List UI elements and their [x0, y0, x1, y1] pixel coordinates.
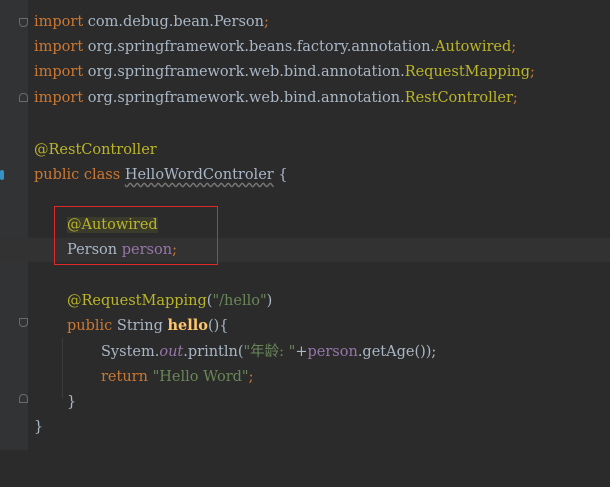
method-name: hello — [167, 317, 208, 334]
semicolon: ; — [263, 14, 269, 30]
code-line-close-class[interactable]: } — [0, 415, 610, 439]
annotation: @RestController — [34, 142, 157, 158]
class-name: RequestMapping — [404, 64, 530, 80]
code-line-method-declaration[interactable]: public String hello(){ — [0, 314, 610, 338]
open-brace: { — [273, 167, 288, 183]
code-editor[interactable]: import com.debug.bean.Person; import org… — [0, 0, 610, 450]
keyword: import — [34, 64, 84, 80]
close-brace: } — [34, 419, 44, 435]
package-path: com.debug.bean. — [87, 14, 214, 30]
keyword: return — [101, 369, 148, 385]
code-line-class-annotation[interactable]: @RestController — [0, 138, 610, 162]
operator: + — [295, 344, 308, 360]
class-name: HelloWordControler — [124, 167, 274, 183]
class-name: Autowired — [435, 39, 512, 55]
package-path: org.springframework.web.bind.annotation. — [87, 64, 405, 80]
code-line-close-method[interactable]: } — [0, 390, 610, 414]
keyword: public — [67, 318, 113, 334]
string-literal: "/hello" — [212, 293, 267, 309]
return-type: String — [112, 318, 168, 334]
code-line-method-annotation[interactable]: @RequestMapping("/hello") — [0, 289, 610, 313]
package-path: org.springframework.beans.factory.annota… — [87, 39, 436, 55]
method-call: .getAge()); — [357, 344, 437, 360]
close-brace: } — [67, 394, 77, 410]
code-line-println[interactable]: System.out.println("年龄: "+person.getAge(… — [0, 340, 610, 364]
code-line-return[interactable]: return "Hello Word"; — [0, 365, 610, 389]
keyword: import — [34, 90, 84, 106]
class-name: Person — [213, 14, 264, 30]
receiver: System. — [101, 344, 160, 360]
semicolon: ; — [512, 90, 518, 106]
method-call: .println( — [183, 344, 244, 360]
keyword: import — [34, 14, 84, 30]
code-line-import-3[interactable]: import org.springframework.web.bind.anno… — [0, 60, 610, 84]
semicolon: ; — [511, 39, 517, 55]
keyword: import — [34, 39, 84, 55]
code-line-import-2[interactable]: import org.springframework.beans.factory… — [0, 35, 610, 59]
annotation-highlight-box — [54, 206, 218, 265]
code-line-import-1[interactable]: import com.debug.bean.Person; — [0, 10, 610, 34]
static-field: out — [159, 344, 184, 360]
package-path: org.springframework.web.bind.annotation. — [87, 90, 405, 106]
field-name: person — [307, 344, 358, 360]
class-name: RestController — [404, 90, 513, 106]
keyword: public class — [34, 167, 121, 183]
code-line-class-declaration[interactable]: public class HelloWordControler { — [0, 163, 610, 187]
string-literal: "年龄: " — [243, 344, 296, 360]
code-line-import-4[interactable]: import org.springframework.web.bind.anno… — [0, 86, 610, 110]
string-literal: "Hello Word" — [152, 369, 249, 385]
params-brace: (){ — [207, 318, 229, 334]
semicolon: ; — [248, 369, 254, 385]
semicolon: ; — [529, 64, 535, 80]
paren: ) — [266, 293, 273, 309]
annotation: @RequestMapping — [67, 293, 207, 309]
